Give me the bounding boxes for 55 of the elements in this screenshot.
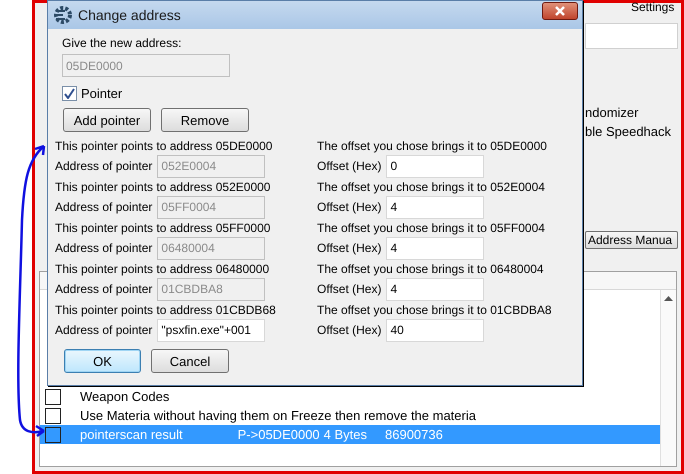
offset-label: Offset (Hex) [317, 159, 382, 173]
option-label: ble Speedhack [585, 124, 672, 139]
address-cell: P->05DE0000 [238, 427, 320, 442]
cancel-button[interactable]: Cancel [151, 349, 229, 373]
address-of-pointer-label: Address of pointer [55, 200, 152, 214]
ok-button[interactable]: OK [64, 349, 141, 373]
points-to-text: This pointer points to address 06480000 [55, 262, 270, 276]
offset-field[interactable]: 0 [386, 154, 484, 178]
scrollbar[interactable] [660, 290, 676, 466]
value-cell: 86900736 [385, 427, 443, 442]
offset-label: Offset (Hex) [317, 241, 382, 255]
address-of-pointer-label: Address of pointer [55, 159, 152, 173]
option-label: ndomizer [585, 105, 640, 120]
type-cell: 4 Bytes [324, 427, 368, 442]
add-address-button[interactable]: Address Manua [585, 231, 678, 249]
pointer-address-field[interactable]: "psxfin.exe"+001 [157, 318, 266, 342]
points-to-text: This pointer points to address 01CBDB68 [55, 302, 277, 316]
description-cell: pointerscan result [80, 427, 183, 442]
description-cell: Weapon Codes [80, 389, 170, 404]
points-to-text: This pointer points to address 05DE0000 [55, 138, 274, 152]
address-of-pointer-label: Address of pointer [55, 323, 152, 337]
offset-field[interactable]: 40 [386, 318, 484, 342]
checkbox-box[interactable] [62, 86, 77, 101]
row-checkbox[interactable] [45, 408, 61, 424]
row-checkbox[interactable] [45, 426, 61, 442]
address-of-pointer-label: Address of pointer [55, 282, 152, 296]
brings-to-text: The offset you chose brings it to 06480004 [317, 262, 545, 276]
close-button[interactable] [542, 2, 578, 20]
side-field[interactable] [585, 23, 678, 49]
points-to-text: This pointer points to address 05FF0000 [55, 220, 272, 234]
gear-icon [52, 5, 72, 25]
offset-field[interactable]: 4 [386, 278, 484, 300]
offset-label: Offset (Hex) [317, 200, 382, 214]
address-label: Give the new address: [62, 36, 182, 50]
offset-field[interactable]: 4 [386, 236, 484, 260]
table-row[interactable]: Weapon Codes [40, 387, 660, 406]
offset-label: Offset (Hex) [317, 323, 382, 337]
scroll-up-icon[interactable] [664, 296, 673, 301]
row-checkbox[interactable] [45, 388, 61, 404]
dialog-button[interactable]: Remove [161, 108, 249, 132]
offset-label: Offset (Hex) [317, 282, 382, 296]
brings-to-text: The offset you chose brings it to 05DE0000 [317, 138, 548, 152]
brings-to-text: The offset you chose brings it to 01CBDBA8 [317, 302, 553, 316]
window-title: Change address [78, 7, 182, 23]
points-to-text: This pointer points to address 052E0000 [55, 180, 272, 194]
address-of-pointer-label: Address of pointer [55, 241, 152, 255]
settings-label[interactable]: Settings [631, 3, 678, 17]
brings-to-text: The offset you chose brings it to 05FF0004 [317, 220, 546, 234]
brings-to-text: The offset you chose brings it to 052E0004 [317, 180, 546, 194]
description-cell: Use Materia without having them on Freeze then remove the materia [80, 408, 476, 423]
close-icon[interactable] [554, 6, 566, 16]
offset-field[interactable]: 4 [386, 196, 484, 218]
pointer-checkbox[interactable]: Pointer [62, 86, 582, 101]
table-row[interactable]: Use Materia without having them on Freeze then remove the materia [40, 406, 660, 425]
dialog-button[interactable]: Add pointer [63, 108, 151, 132]
